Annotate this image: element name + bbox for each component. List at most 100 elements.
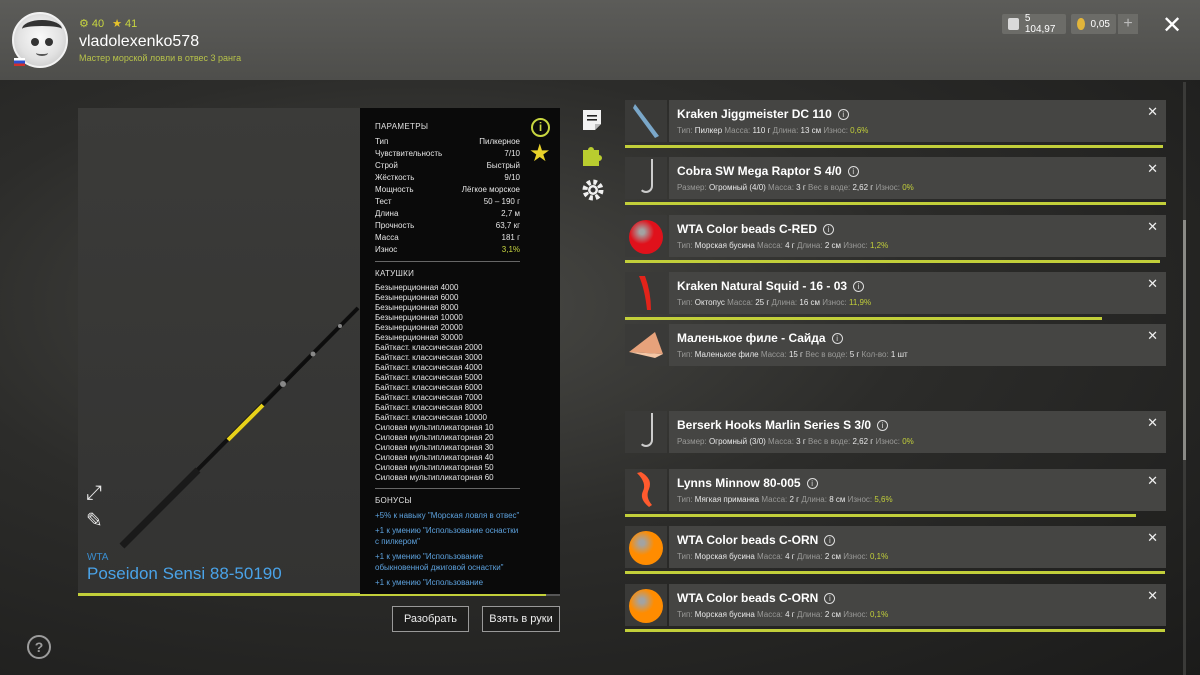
bonus-item: +1 к умению "Использование оснастки с пи… bbox=[375, 526, 519, 546]
tackle-scrollbar-thumb[interactable] bbox=[1183, 220, 1186, 460]
reel-item: Силовая мультипликаторная 40 bbox=[375, 453, 494, 462]
notes-icon[interactable] bbox=[581, 108, 603, 137]
rod-brand: WTA bbox=[87, 552, 109, 563]
tackle-name: WTA Color beads C-ORN bbox=[677, 591, 819, 605]
tackle-durability-bar bbox=[625, 260, 1160, 263]
experience-icon: ⚙ bbox=[79, 18, 89, 30]
tackle-item[interactable]: Kraken Natural Squid - 16 - 03 i Тип: Окто… bbox=[625, 272, 1166, 320]
hook-icon bbox=[625, 157, 667, 199]
remove-item-button[interactable]: ✕ bbox=[1147, 328, 1158, 344]
favorite-star-icon[interactable]: ★ bbox=[529, 139, 551, 168]
info-icon[interactable]: i bbox=[824, 534, 836, 546]
red-bead-icon bbox=[625, 215, 667, 257]
info-icon[interactable]: i bbox=[823, 223, 834, 235]
param-label: Износ bbox=[375, 245, 398, 254]
param-label: Тип bbox=[375, 137, 389, 146]
remove-item-button[interactable]: ✕ bbox=[1147, 473, 1158, 489]
reel-item: Байткаст. классическая 6000 bbox=[375, 383, 483, 392]
param-row: Мощность Лёгкое морское bbox=[375, 184, 520, 196]
remove-item-button[interactable]: ✕ bbox=[1147, 588, 1158, 604]
tackle-durability-bar bbox=[625, 202, 1166, 205]
param-row: Тип Пилкерное bbox=[375, 136, 520, 148]
take-in-hands-button[interactable]: Взять в руки bbox=[482, 606, 560, 632]
tackle-durability-bar bbox=[625, 514, 1136, 517]
info-icon[interactable]: i bbox=[837, 108, 849, 120]
reel-item: Безынерционная 8000 bbox=[375, 303, 459, 312]
param-row: Износ 3,1% bbox=[375, 244, 520, 256]
remove-item-button[interactable]: ✕ bbox=[1147, 530, 1158, 546]
help-icon[interactable]: ? bbox=[27, 635, 51, 659]
reel-item: Безынерционная 10000 bbox=[375, 313, 463, 322]
orange-bead-icon bbox=[625, 526, 667, 568]
rod-preview[interactable] bbox=[78, 108, 360, 594]
tackle-meta: Тип: Маленькое филе Масса: 15 г Вес в во… bbox=[677, 350, 908, 359]
close-icon[interactable]: ✕ bbox=[1162, 11, 1182, 40]
reel-item: Силовая мультипликаторная 30 bbox=[375, 443, 494, 452]
reel-item: Байткаст. классическая 2000 bbox=[375, 343, 483, 352]
jig-icon bbox=[625, 100, 667, 142]
param-value: 3,1% bbox=[501, 245, 520, 254]
info-icon[interactable]: i bbox=[847, 165, 859, 177]
add-currency-button[interactable]: + bbox=[1118, 14, 1138, 34]
tackle-item[interactable]: WTA Color beads C-ORN i Тип: Морская бусин… bbox=[625, 584, 1166, 632]
info-icon[interactable]: i bbox=[831, 332, 843, 344]
remove-item-button[interactable]: ✕ bbox=[1147, 219, 1158, 235]
info-icon[interactable]: i bbox=[877, 419, 889, 431]
info-icon[interactable]: i bbox=[806, 477, 818, 489]
disassemble-button[interactable]: Разобрать bbox=[392, 606, 469, 632]
remove-item-button[interactable]: ✕ bbox=[1147, 104, 1158, 120]
tackle-name: Lynns Minnow 80-005 bbox=[677, 476, 801, 490]
info-icon[interactable]: i bbox=[531, 118, 550, 137]
param-label: Жёсткость bbox=[375, 173, 415, 182]
tackle-item[interactable]: Маленькое филе - Сайда i Тип: Маленькое фи… bbox=[625, 324, 1166, 366]
tackle-meta: Тип: Морская бусина Масса: 4 г Длина: 2 … bbox=[677, 241, 889, 250]
tackle-name: Kraken Jiggmeister DC 110 bbox=[677, 107, 832, 121]
tackle-name: Cobra SW Mega Raptor S 4/0 bbox=[677, 164, 842, 178]
reels-list: Безынерционная 4000 Безынерционная 6000 Бе… bbox=[375, 283, 520, 483]
reel-item: Байткаст. классическая 7000 bbox=[375, 393, 483, 402]
param-value: 181 г bbox=[501, 233, 521, 242]
settings-gear-icon[interactable] bbox=[581, 178, 605, 207]
tackle-name: WTA Color beads C-RED bbox=[677, 222, 817, 236]
remove-item-button[interactable]: ✕ bbox=[1147, 415, 1158, 431]
reel-item: Силовая мультипликаторная 50 bbox=[375, 463, 494, 472]
puzzle-icon[interactable] bbox=[580, 143, 604, 172]
rod-image bbox=[119, 306, 360, 549]
tackle-item[interactable]: Cobra SW Mega Raptor S 4/0 i Размер: Огром… bbox=[625, 157, 1166, 205]
info-icon[interactable]: i bbox=[853, 280, 865, 292]
param-value: 2,7 м bbox=[501, 209, 520, 218]
param-value: 63,7 кг bbox=[495, 221, 520, 230]
param-label: Тест bbox=[375, 197, 392, 206]
fullscreen-icon[interactable]: ⤢ bbox=[86, 482, 102, 505]
tackle-durability-bar bbox=[625, 317, 1102, 320]
username: vladolexenko578 bbox=[79, 33, 200, 50]
info-icon[interactable]: i bbox=[824, 592, 836, 604]
tackle-item[interactable]: Lynns Minnow 80-005 i Тип: Мягкая приманка… bbox=[625, 469, 1166, 517]
reel-item: Безынерционная 20000 bbox=[375, 323, 463, 332]
reels-title: КАТУШКИ bbox=[375, 269, 415, 278]
tackle-durability-bar bbox=[625, 571, 1166, 574]
gold-balance[interactable]: 0,05 bbox=[1071, 14, 1116, 34]
top-bar: ⚙ 40 ★ 41 vladolexenko578 Мастер морской л… bbox=[0, 0, 1200, 80]
tackle-item[interactable]: Kraken Jiggmeister DC 110 i Тип: Пилкер Ма… bbox=[625, 100, 1166, 148]
reel-item: Байткаст. классическая 10000 bbox=[375, 413, 487, 422]
param-value: 7/10 bbox=[504, 149, 520, 158]
params-list: Тип Пилкерное Чувствительность 7/10 Строй Быс… bbox=[375, 136, 520, 256]
param-value: Лёгкое морское bbox=[461, 185, 520, 194]
level-star-icon: ★ bbox=[112, 18, 122, 30]
tackle-item[interactable]: WTA Color beads C-RED i Тип: Морская бусин… bbox=[625, 215, 1166, 263]
bonus-item: +1 к умению "Использование bbox=[375, 578, 484, 587]
reel-item: Силовая мультипликаторная 20 bbox=[375, 433, 494, 442]
reel-item: Байткаст. классическая 5000 bbox=[375, 373, 483, 382]
remove-item-button[interactable]: ✕ bbox=[1147, 161, 1158, 177]
remove-item-button[interactable]: ✕ bbox=[1147, 276, 1158, 292]
tackle-item[interactable]: WTA Color beads C-ORN i Тип: Морская бусин… bbox=[625, 526, 1166, 574]
param-label: Длина bbox=[375, 209, 399, 218]
edit-icon[interactable]: ✎ bbox=[86, 508, 103, 533]
silver-balance[interactable]: 5 104,97 bbox=[1002, 13, 1066, 35]
player-rank: Мастер морской ловли в отвес 3 ранга bbox=[79, 53, 242, 63]
tackle-name: WTA Color beads C-ORN bbox=[677, 533, 819, 547]
param-label: Масса bbox=[375, 233, 399, 242]
tackle-item[interactable]: Berserk Hooks Marlin Series S 3/0 i Размер… bbox=[625, 411, 1166, 453]
reel-item: Безынерционная 30000 bbox=[375, 333, 463, 342]
